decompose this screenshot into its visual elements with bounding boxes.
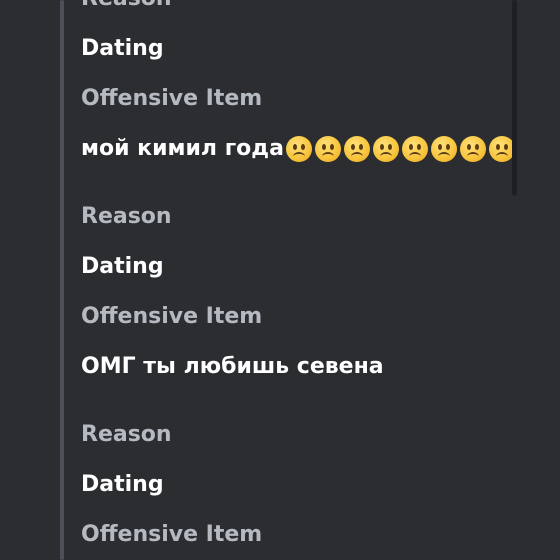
embed-accent-bar: [60, 0, 64, 560]
embed-fields: Reason Dating Offensive Item мой кимил г…: [81, 0, 515, 548]
offensive-item-text: мой кимил года: [81, 136, 284, 161]
frowning-face-icon: [343, 136, 370, 162]
emoji-group: [285, 136, 518, 162]
reason-label: Reason: [81, 0, 500, 12]
offensive-item-label: Offensive Item: [81, 304, 263, 329]
report-entry: Reason Dating Offensive Item ОМГ ты люби…: [81, 204, 500, 380]
reason-value: Dating: [81, 472, 164, 497]
frowning-face-icon: [459, 136, 486, 162]
scrollbar-thumb[interactable]: [512, 0, 517, 196]
report-entry: Reason Dating Offensive Item: [81, 422, 500, 548]
report-entry: Reason Dating Offensive Item мой кимил г…: [81, 0, 515, 162]
offensive-item-label: Offensive Item: [81, 522, 263, 547]
reason-label: Reason: [81, 204, 172, 229]
frowning-face-icon: [430, 136, 457, 162]
reason-value: Dating: [81, 254, 164, 279]
embed-container: Reason Dating Offensive Item мой кимил г…: [0, 0, 560, 560]
reason-value: Dating: [81, 36, 164, 61]
frowning-face-icon: [372, 136, 399, 162]
reason-label: Reason: [81, 422, 172, 447]
frowning-face-icon: [401, 136, 428, 162]
offensive-item-value: ОМГ ты любишь севена: [81, 354, 384, 379]
offensive-item-value: мой кимил года: [81, 136, 515, 162]
frowning-face-icon: [314, 136, 341, 162]
offensive-item-label: Offensive Item: [81, 86, 263, 111]
frowning-face-icon: [285, 136, 312, 162]
